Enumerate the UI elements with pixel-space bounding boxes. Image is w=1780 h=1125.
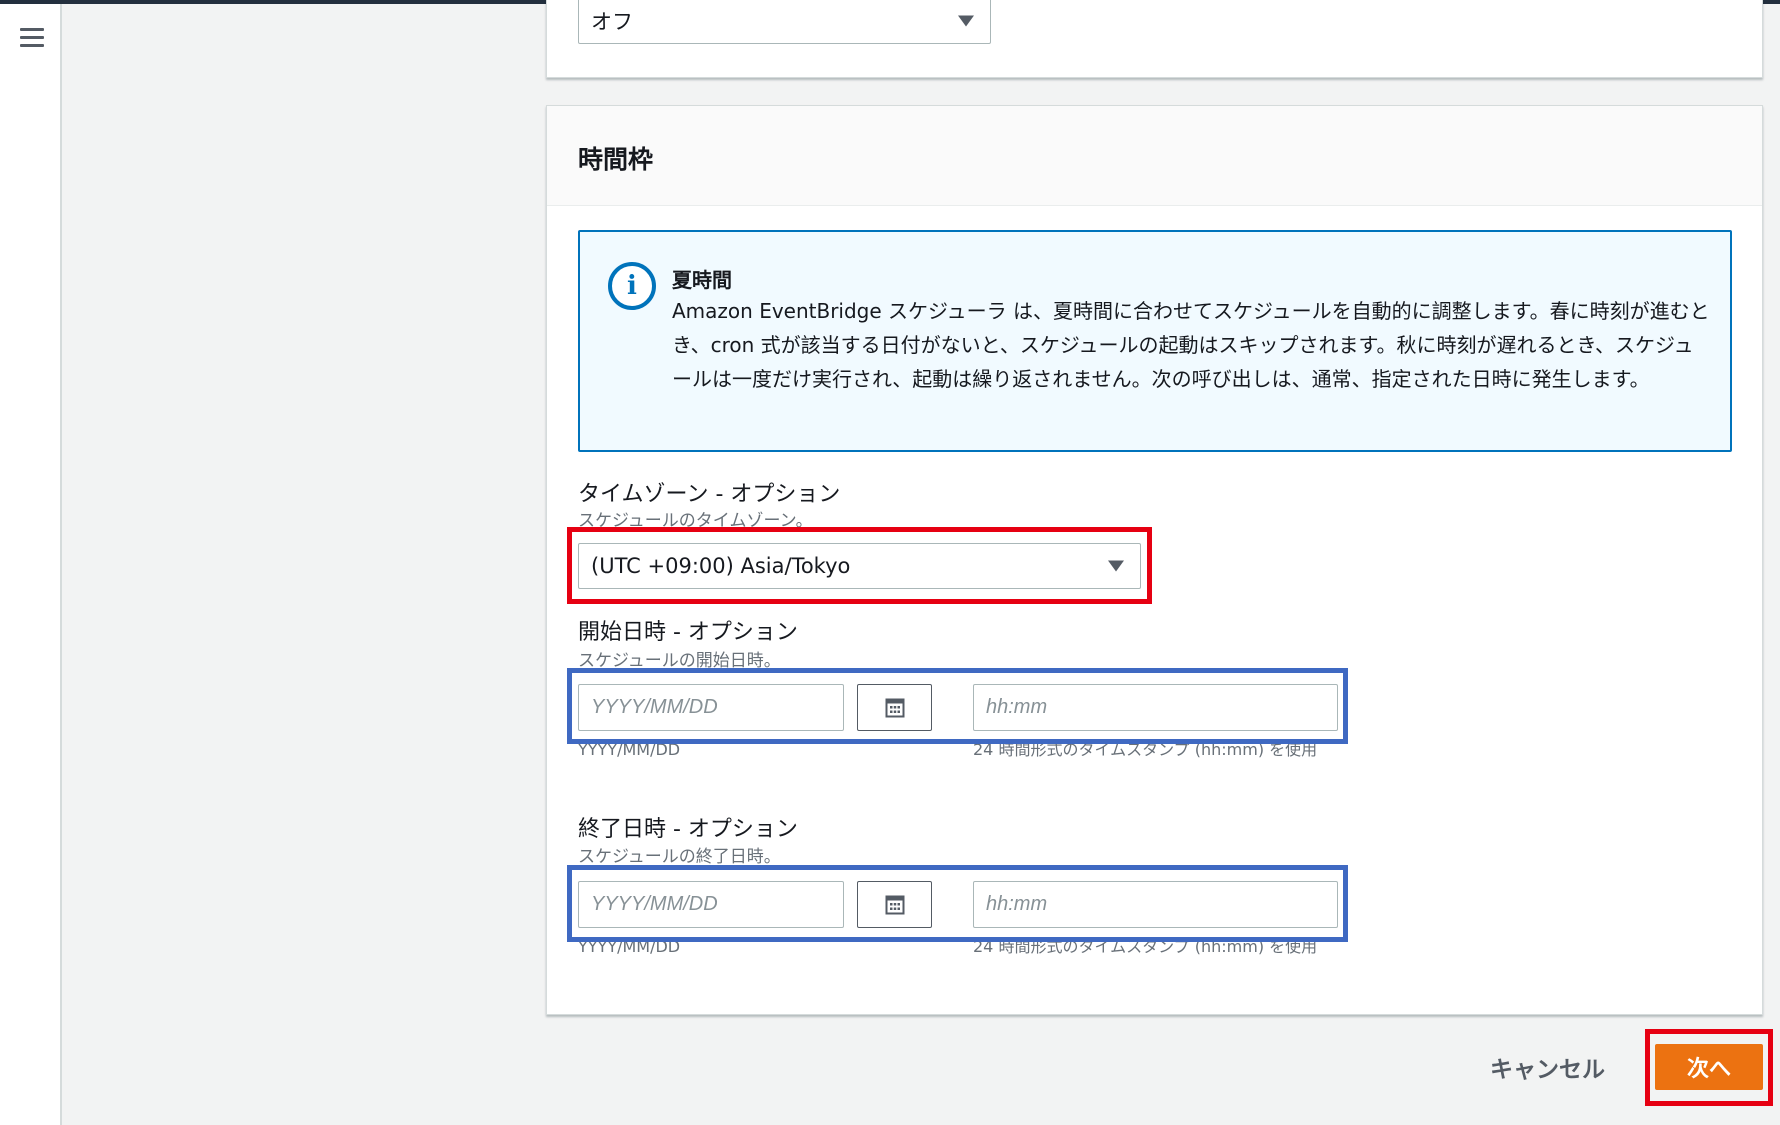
end-datetime-description: スケジュールの終了日時。: [578, 847, 781, 867]
cancel-button[interactable]: キャンセル: [1490, 1050, 1605, 1084]
end-date-hint: YYYY/MM/DD: [578, 937, 681, 956]
hamburger-menu-icon[interactable]: [20, 28, 44, 48]
time-window-section: 時間枠 i 夏時間 Amazon EventBridge スケジューラ は、夏時…: [546, 105, 1763, 1015]
end-calendar-button[interactable]: [857, 881, 932, 928]
end-date-placeholder: YYYY/MM/DD: [591, 893, 718, 915]
start-date-input[interactable]: YYYY/MM/DD: [578, 684, 844, 731]
timezone-description: スケジュールのタイムゾーン。: [578, 511, 813, 531]
info-title: 夏時間: [672, 268, 732, 292]
next-button-label: 次へ: [1686, 1057, 1731, 1082]
timezone-select-value: (UTC +09:00) Asia/Tokyo: [591, 554, 851, 578]
end-date-input[interactable]: YYYY/MM/DD: [578, 881, 844, 928]
timezone-label: タイムゾーン - オプション: [578, 482, 841, 507]
previous-section-card: オフ: [546, 0, 1763, 78]
start-time-input[interactable]: hh:mm: [973, 684, 1338, 731]
start-datetime-description: スケジュールの開始日時。: [578, 651, 781, 671]
calendar-icon: [885, 698, 904, 717]
end-time-hint: 24 時間形式のタイムスタンプ (hh:mm) を使用: [973, 937, 1318, 956]
daylight-saving-info-alert: i 夏時間 Amazon EventBridge スケジューラ は、夏時間に合わ…: [578, 230, 1732, 452]
next-button[interactable]: 次へ: [1655, 1044, 1763, 1090]
start-date-placeholder: YYYY/MM/DD: [591, 696, 718, 718]
previous-select-value: オフ: [591, 10, 633, 34]
caret-down-icon: [958, 15, 974, 27]
end-datetime-label: 終了日時 - オプション: [578, 817, 798, 842]
end-time-input[interactable]: hh:mm: [973, 881, 1338, 928]
end-time-placeholder: hh:mm: [986, 893, 1048, 915]
calendar-icon: [885, 895, 904, 914]
start-date-hint: YYYY/MM/DD: [578, 740, 681, 759]
start-time-hint: 24 時間形式のタイムスタンプ (hh:mm) を使用: [973, 740, 1318, 759]
start-datetime-label: 開始日時 - オプション: [578, 620, 798, 645]
section-title: 時間枠: [578, 145, 654, 174]
section-header: 時間枠: [547, 106, 1762, 206]
info-text: Amazon EventBridge スケジューラ は、夏時間に合わせてスケジュ…: [672, 299, 1710, 391]
start-time-placeholder: hh:mm: [986, 696, 1048, 718]
timezone-select[interactable]: (UTC +09:00) Asia/Tokyo: [578, 543, 1141, 589]
caret-down-icon: [1108, 560, 1124, 572]
left-navigation-rail: [0, 4, 62, 1125]
start-calendar-button[interactable]: [857, 684, 932, 731]
info-icon: i: [608, 262, 656, 310]
previous-select[interactable]: オフ: [578, 0, 991, 44]
